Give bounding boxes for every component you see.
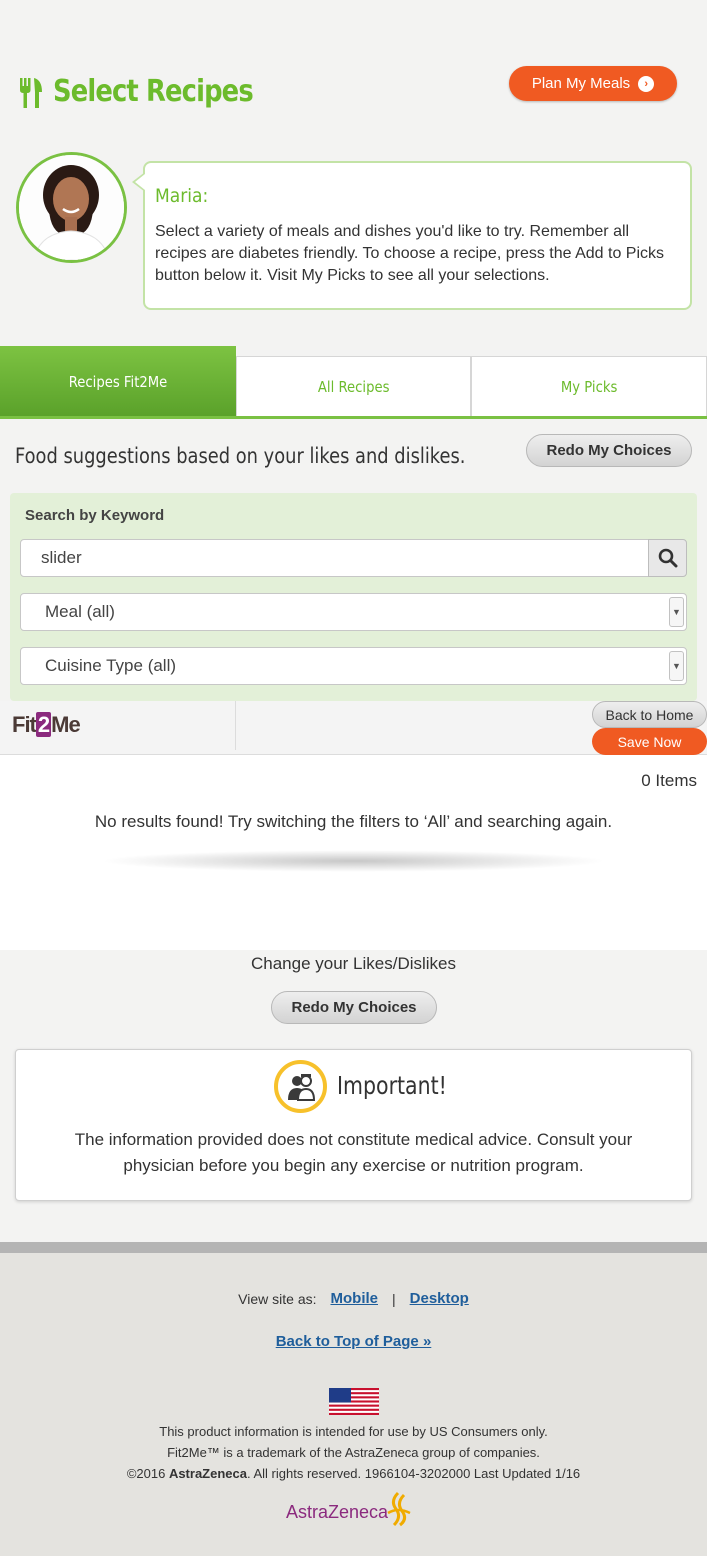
search-input-value: slider — [41, 548, 82, 567]
footer-line-2: Fit2Me™ is a trademark of the AstraZenec… — [167, 1445, 540, 1460]
items-count: 0 Items — [641, 771, 697, 790]
divider — [235, 701, 236, 750]
tab-label: All Recipes — [317, 377, 390, 396]
astrazeneca-logo-text: AstraZeneca — [286, 1501, 389, 1522]
coach-name: Maria: — [155, 185, 209, 207]
shadow-divider — [100, 850, 607, 872]
search-button[interactable] — [648, 539, 687, 577]
bubble-tail-fill — [135, 174, 145, 190]
view-site-label: View site as: — [238, 1290, 317, 1307]
change-likes-label: Change your Likes/Dislikes — [250, 954, 457, 973]
tab-all-recipes[interactable]: All Recipes — [236, 356, 471, 417]
search-icon — [658, 548, 677, 568]
us-flag-icon — [329, 1388, 379, 1415]
redo-my-choices-button-bottom[interactable]: Redo My Choices — [271, 991, 437, 1024]
chevron-down-icon: ▼ — [669, 597, 684, 627]
meal-select-value: Meal (all) — [45, 602, 115, 621]
footer-line-3: ©2016 AstraZeneca. All rights reserved. … — [126, 1466, 581, 1481]
fit2me-logo: Fit2Me — [12, 712, 81, 737]
suggestions-heading: Food suggestions based on your likes and… — [15, 444, 466, 468]
tab-recipes-fit2me[interactable]: Recipes Fit2Me — [0, 346, 236, 417]
back-to-top-row: Back to Top of Page » — [0, 1333, 707, 1351]
separator: | — [392, 1290, 396, 1307]
redo-my-choices-button[interactable]: Redo My Choices — [526, 434, 692, 467]
tab-my-picks[interactable]: My Picks — [471, 356, 707, 417]
important-title: Important! — [337, 1071, 447, 1100]
cuisine-select[interactable]: Cuisine Type (all) ▼ — [20, 647, 687, 685]
cuisine-select-value: Cuisine Type (all) — [45, 656, 177, 675]
page-title: Select Recipes — [53, 74, 254, 109]
chevron-down-icon: ▼ — [669, 651, 684, 681]
coach-message: Select a variety of meals and dishes you… — [155, 223, 665, 284]
search-input[interactable]: slider — [20, 539, 649, 577]
view-site-row: View site as: Mobile | Desktop — [0, 1290, 707, 1307]
meal-select[interactable]: Meal (all) ▼ — [20, 593, 687, 631]
tab-underline — [0, 416, 707, 419]
search-label: Search by Keyword — [25, 507, 165, 524]
footer-legal: This product information is intended for… — [0, 1421, 707, 1484]
plan-my-meals-label: Plan My Meals — [531, 75, 631, 92]
tab-label: Recipes Fit2Me — [68, 372, 168, 391]
back-to-top-link[interactable]: Back to Top of Page » — [276, 1333, 432, 1350]
desktop-link[interactable]: Desktop — [410, 1290, 469, 1307]
chevron-right-icon: › — [638, 75, 655, 92]
footer-divider — [0, 1242, 707, 1253]
no-results-message: No results found! Try switching the filt… — [94, 812, 613, 831]
fork-knife-icon — [20, 78, 42, 108]
save-now-button[interactable]: Save Now — [592, 728, 707, 755]
astrazeneca-logo[interactable]: AstraZeneca — [286, 1491, 412, 1527]
mobile-link[interactable]: Mobile — [331, 1290, 379, 1307]
doctor-icon — [274, 1060, 327, 1113]
plan-my-meals-button[interactable]: Plan My Meals › — [509, 66, 677, 101]
tab-label: My Picks — [560, 377, 618, 396]
astrazeneca-symbol-icon — [387, 1491, 411, 1527]
back-to-home-button[interactable]: Back to Home — [592, 701, 707, 728]
avatar — [16, 152, 127, 263]
footer-line-1: This product information is intended for… — [159, 1424, 548, 1439]
important-text: The information provided does not consti… — [74, 1130, 633, 1175]
